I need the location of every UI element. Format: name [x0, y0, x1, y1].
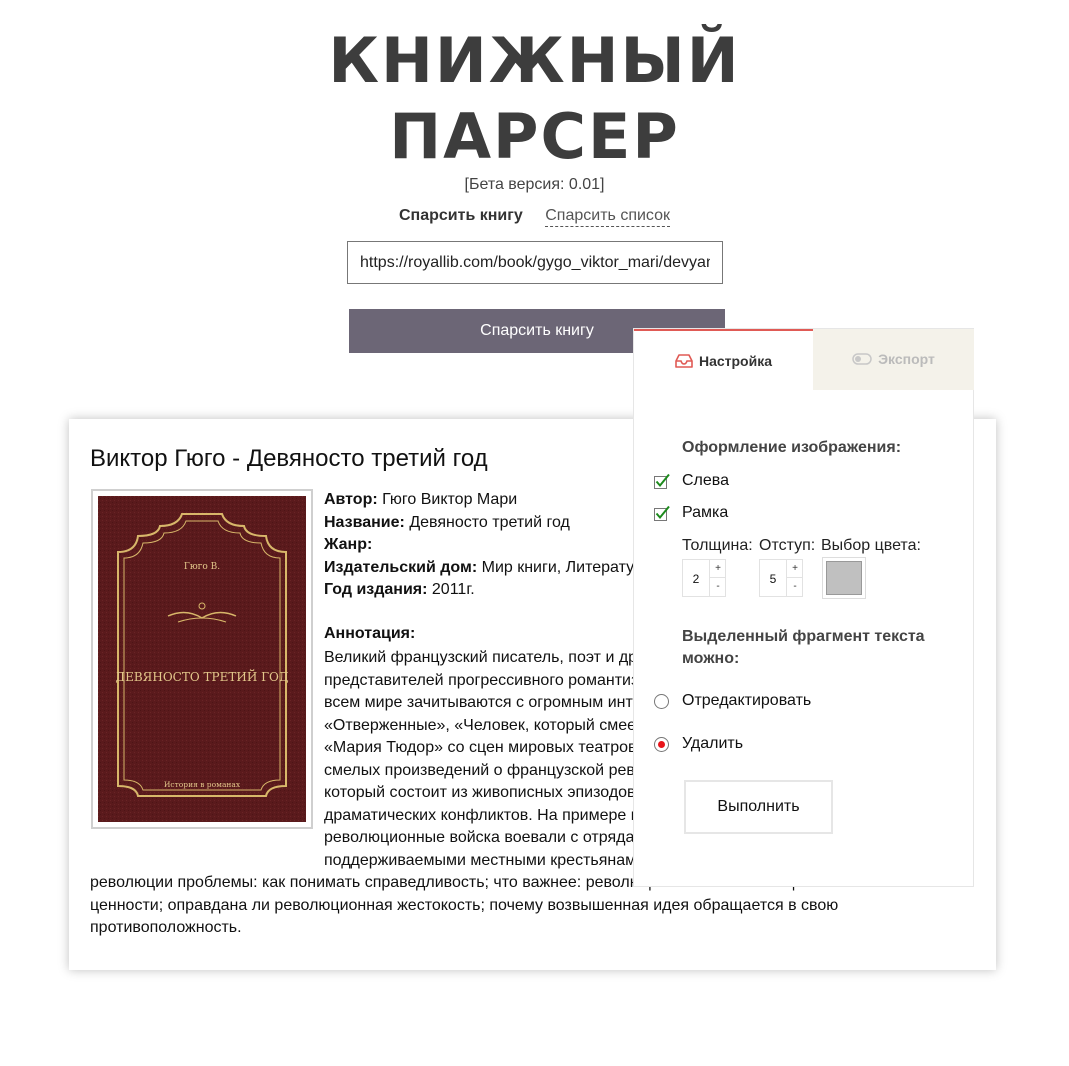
- meta-year-label: Год издания:: [324, 581, 428, 598]
- color-picker[interactable]: [822, 557, 866, 599]
- indent-value[interactable]: 5: [760, 560, 786, 598]
- meta-year-value: 2011г.: [431, 581, 475, 598]
- checkbox-checked-icon[interactable]: [654, 473, 670, 489]
- execute-button[interactable]: Выполнить: [684, 780, 833, 834]
- indent-decrease-button[interactable]: -: [786, 578, 803, 596]
- mode-tabs: Спарсить книгу Спарсить список: [0, 207, 1069, 227]
- thickness-value[interactable]: 2: [683, 560, 709, 598]
- meta-name: Название: Девяносто третий год: [324, 512, 652, 535]
- meta-publisher: Издательский дом: Мир книги, Литература: [324, 557, 652, 580]
- meta-name-value: Девяносто третий год: [409, 513, 570, 531]
- checkbox-checked-icon[interactable]: [654, 505, 670, 521]
- image-settings-heading: Оформление изображения:: [682, 439, 902, 456]
- inbox-icon: [675, 354, 693, 369]
- thickness-label: Толщина:: [682, 537, 753, 554]
- indent-stepper[interactable]: 5 + -: [759, 559, 803, 597]
- toggle-icon: [852, 353, 872, 366]
- meta-publisher-value: Мир книги, Литература: [481, 558, 652, 576]
- color-picker-label: Выбор цвета:: [821, 537, 921, 554]
- meta-year: Год издания: 2011г.: [324, 579, 652, 602]
- panel-tab-settings[interactable]: Настройка: [634, 329, 813, 390]
- tab-parse-list[interactable]: Спарсить список: [545, 207, 670, 227]
- thickness-decrease-button[interactable]: -: [709, 578, 726, 596]
- option-left-label: Слева: [682, 472, 730, 489]
- option-frame-label: Рамка: [682, 504, 729, 521]
- cover-author: Гюго В.: [184, 562, 220, 572]
- beta-version-label: [Бета версия: 0.01]: [464, 176, 605, 193]
- meta-genre-label: Жанр:: [324, 536, 373, 553]
- radio-unchecked-icon[interactable]: [654, 694, 669, 709]
- meta-name-label: Название:: [324, 513, 405, 531]
- app-title-line-1: КНИЖНЫЙ: [328, 24, 741, 97]
- panel-tab-settings-label: Настройка: [698, 353, 773, 369]
- settings-panel: Настройка Экспорт Оформление изображения…: [633, 328, 974, 887]
- book-metadata: Автор: Гюго Виктор Мари Название: Девяно…: [324, 489, 652, 602]
- annotation-label: Аннотация:: [324, 625, 416, 642]
- panel-tab-export[interactable]: Экспорт: [813, 329, 974, 390]
- book-heading: Виктор Гюго - Девяносто третий год: [90, 445, 488, 472]
- thickness-stepper[interactable]: 2 + -: [682, 559, 726, 597]
- indent-label: Отступ:: [759, 537, 816, 554]
- color-swatch-fill: [826, 561, 862, 595]
- meta-author-value: Гюго Виктор Мари: [382, 491, 518, 508]
- text-fragment-heading: Выделенный фрагмент текста можно:: [682, 628, 925, 667]
- thickness-increase-button[interactable]: +: [709, 560, 726, 578]
- radio-edit-label: Отредактировать: [682, 692, 812, 709]
- meta-publisher-label: Издательский дом:: [324, 558, 478, 576]
- meta-author: Автор: Гюго Виктор Мари: [324, 489, 652, 512]
- app-title-line-2: ПАРСЕР: [389, 100, 680, 173]
- url-input[interactable]: [347, 241, 723, 284]
- radio-checked-icon[interactable]: [654, 737, 669, 752]
- radio-delete-label: Удалить: [682, 735, 744, 752]
- tab-parse-book[interactable]: Спарсить книгу: [399, 207, 523, 225]
- panel-tab-export-label: Экспорт: [878, 351, 935, 367]
- meta-author-label: Автор:: [324, 491, 378, 508]
- indent-increase-button[interactable]: +: [786, 560, 803, 578]
- meta-genre: Жанр:: [324, 534, 652, 557]
